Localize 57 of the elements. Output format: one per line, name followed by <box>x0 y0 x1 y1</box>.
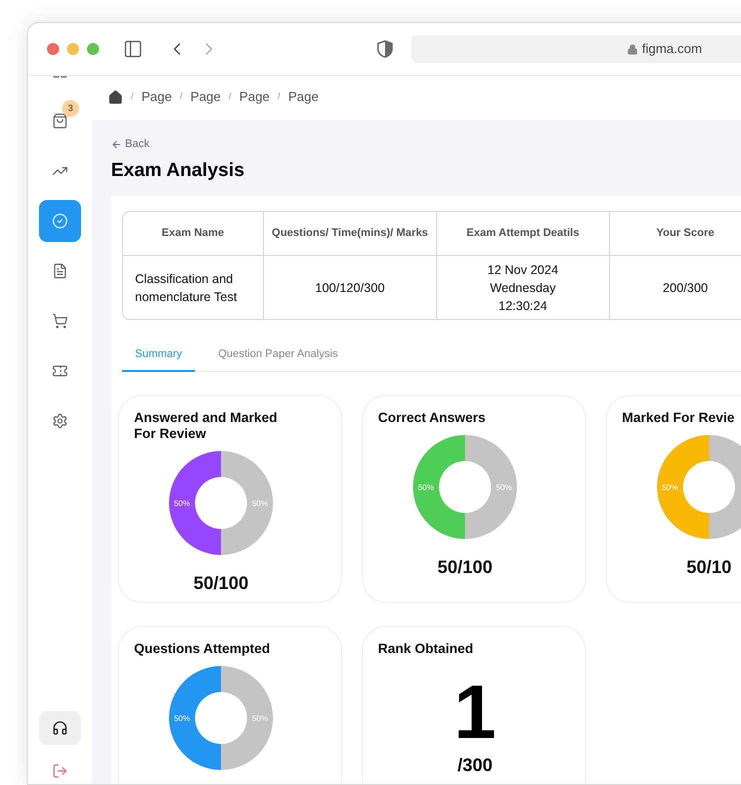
score-value: 50/100 <box>437 556 493 579</box>
cart-icon <box>52 313 68 329</box>
breadcrumb-link[interactable]: Page <box>239 87 270 107</box>
lock-icon <box>627 44 638 54</box>
breadcrumb-separator: / <box>278 90 280 104</box>
card-title: Correct Answers <box>378 410 487 426</box>
breadcrumb-link[interactable]: Page <box>288 87 319 107</box>
score-value: 50/10 <box>686 556 732 579</box>
column-header: Your Score <box>608 212 741 256</box>
slice-label: 50% <box>418 483 434 492</box>
arrow-left-icon <box>111 138 122 150</box>
card-title: Rank Obtained <box>378 641 474 657</box>
sidebar-toggle-icon[interactable] <box>123 39 143 59</box>
card-title: Answered and Marked For Review <box>134 410 278 442</box>
score-value: 50/100 <box>193 572 249 595</box>
table-cell: 100/120/300 <box>262 256 436 319</box>
tab[interactable]: Question Paper Analysis <box>205 338 351 372</box>
table-cell-text: Classification and nomenclature Test <box>134 270 238 306</box>
headphones-icon <box>52 720 68 736</box>
slice-label: 50% <box>496 483 512 492</box>
column-header: Exam Name <box>123 212 263 256</box>
slice-label: 50% <box>252 714 268 723</box>
breadcrumb-link[interactable]: Page <box>142 87 172 107</box>
url-text: figma.com <box>642 40 702 58</box>
logout-icon[interactable] <box>52 763 68 779</box>
breadcrumb-separator: / <box>228 90 232 104</box>
settings-icon <box>52 413 68 429</box>
page-title: Exam Analysis <box>111 158 246 182</box>
sidebar-item[interactable]: 3 <box>39 100 81 142</box>
address-bar[interactable]: figma.com <box>411 35 741 63</box>
check-circle-icon <box>52 213 68 229</box>
document-icon <box>52 263 68 279</box>
home-icon[interactable] <box>108 90 123 104</box>
sidebar-item[interactable] <box>39 200 81 242</box>
notification-badge: 3 <box>62 100 79 117</box>
slice-label: 50% <box>662 483 678 492</box>
card-title: Questions Attempted <box>134 641 272 657</box>
table-cell: 200/300 <box>608 256 741 319</box>
support-button[interactable] <box>39 711 81 745</box>
bag-icon <box>52 113 68 129</box>
rank-value: 1 <box>454 671 496 755</box>
breadcrumb-separator: / <box>131 90 134 104</box>
breadcrumb-link[interactable]: Page <box>190 87 221 107</box>
slice-label: 50% <box>252 499 268 508</box>
table-cell: 12 Nov 2024 Wednesday 12:30:24 <box>436 256 609 319</box>
column-header: Exam Attempt Deatils <box>436 212 609 256</box>
column-header: Questions/ Time(mins)/ Marks <box>262 212 436 256</box>
card-title: Marked For Revie <box>622 410 736 426</box>
rank-total: /300 <box>457 755 493 775</box>
close-button[interactable] <box>47 43 59 55</box>
zoom-button[interactable] <box>87 43 99 55</box>
ticket-icon <box>52 363 68 379</box>
slice-label: 50% <box>174 714 190 723</box>
back-link[interactable]: Back <box>111 136 150 152</box>
shield-icon[interactable] <box>377 40 393 58</box>
slice-label: 50% <box>174 499 190 508</box>
breadcrumb-separator: / <box>180 90 182 104</box>
